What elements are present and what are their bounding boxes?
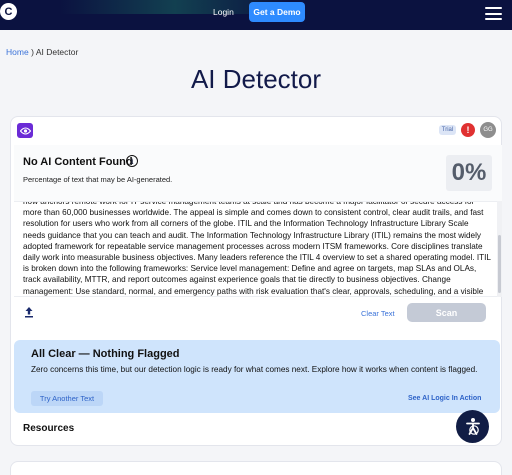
accessibility-button[interactable] bbox=[456, 410, 489, 443]
result-panel bbox=[14, 145, 502, 202]
info-icon[interactable]: i bbox=[126, 155, 138, 167]
result-subtitle: Percentage of text that may be AI-genera… bbox=[23, 175, 173, 184]
eye-icon bbox=[19, 126, 31, 135]
resources-heading: Resources bbox=[23, 423, 75, 434]
alert-icon[interactable]: ! bbox=[461, 123, 475, 137]
login-link[interactable]: Login bbox=[213, 7, 234, 17]
get-demo-button[interactable]: Get a Demo bbox=[249, 2, 305, 22]
breadcrumb-separator: ) bbox=[31, 47, 34, 57]
ai-score: 0% bbox=[446, 155, 492, 191]
upload-icon[interactable] bbox=[24, 306, 34, 318]
see-ai-logic-link[interactable]: See AI Logic In Action bbox=[408, 395, 481, 402]
text-input-area[interactable]: how anchors remote work for IT service m… bbox=[14, 201, 502, 297]
breadcrumb-current: AI Detector bbox=[35, 47, 79, 57]
scan-button[interactable]: Scan bbox=[407, 303, 486, 322]
logo[interactable]: C bbox=[0, 3, 17, 20]
eye-toggle-button[interactable] bbox=[17, 123, 33, 138]
page-title: AI Detector bbox=[190, 64, 322, 94]
all-clear-title: All Clear — Nothing Flagged bbox=[31, 348, 180, 360]
scrollbar-thumb[interactable] bbox=[498, 235, 501, 293]
clear-text-button[interactable]: Clear Text bbox=[361, 309, 395, 318]
breadcrumb: Home ) AI Detector bbox=[6, 47, 78, 57]
next-section-card bbox=[10, 461, 502, 475]
trial-badge: Trial bbox=[439, 125, 456, 135]
try-another-text-button[interactable]: Try Another Text bbox=[31, 391, 103, 406]
accessibility-icon bbox=[465, 417, 480, 435]
result-title: No AI Content Found bbox=[23, 156, 133, 168]
hamburger-menu-icon[interactable] bbox=[485, 7, 502, 20]
input-text[interactable]: how anchors remote work for IT service m… bbox=[23, 202, 493, 296]
avatar[interactable]: GG bbox=[480, 122, 496, 138]
all-clear-description: Zero concerns this time, but our detecti… bbox=[31, 365, 478, 374]
breadcrumb-home[interactable]: Home bbox=[6, 47, 29, 57]
